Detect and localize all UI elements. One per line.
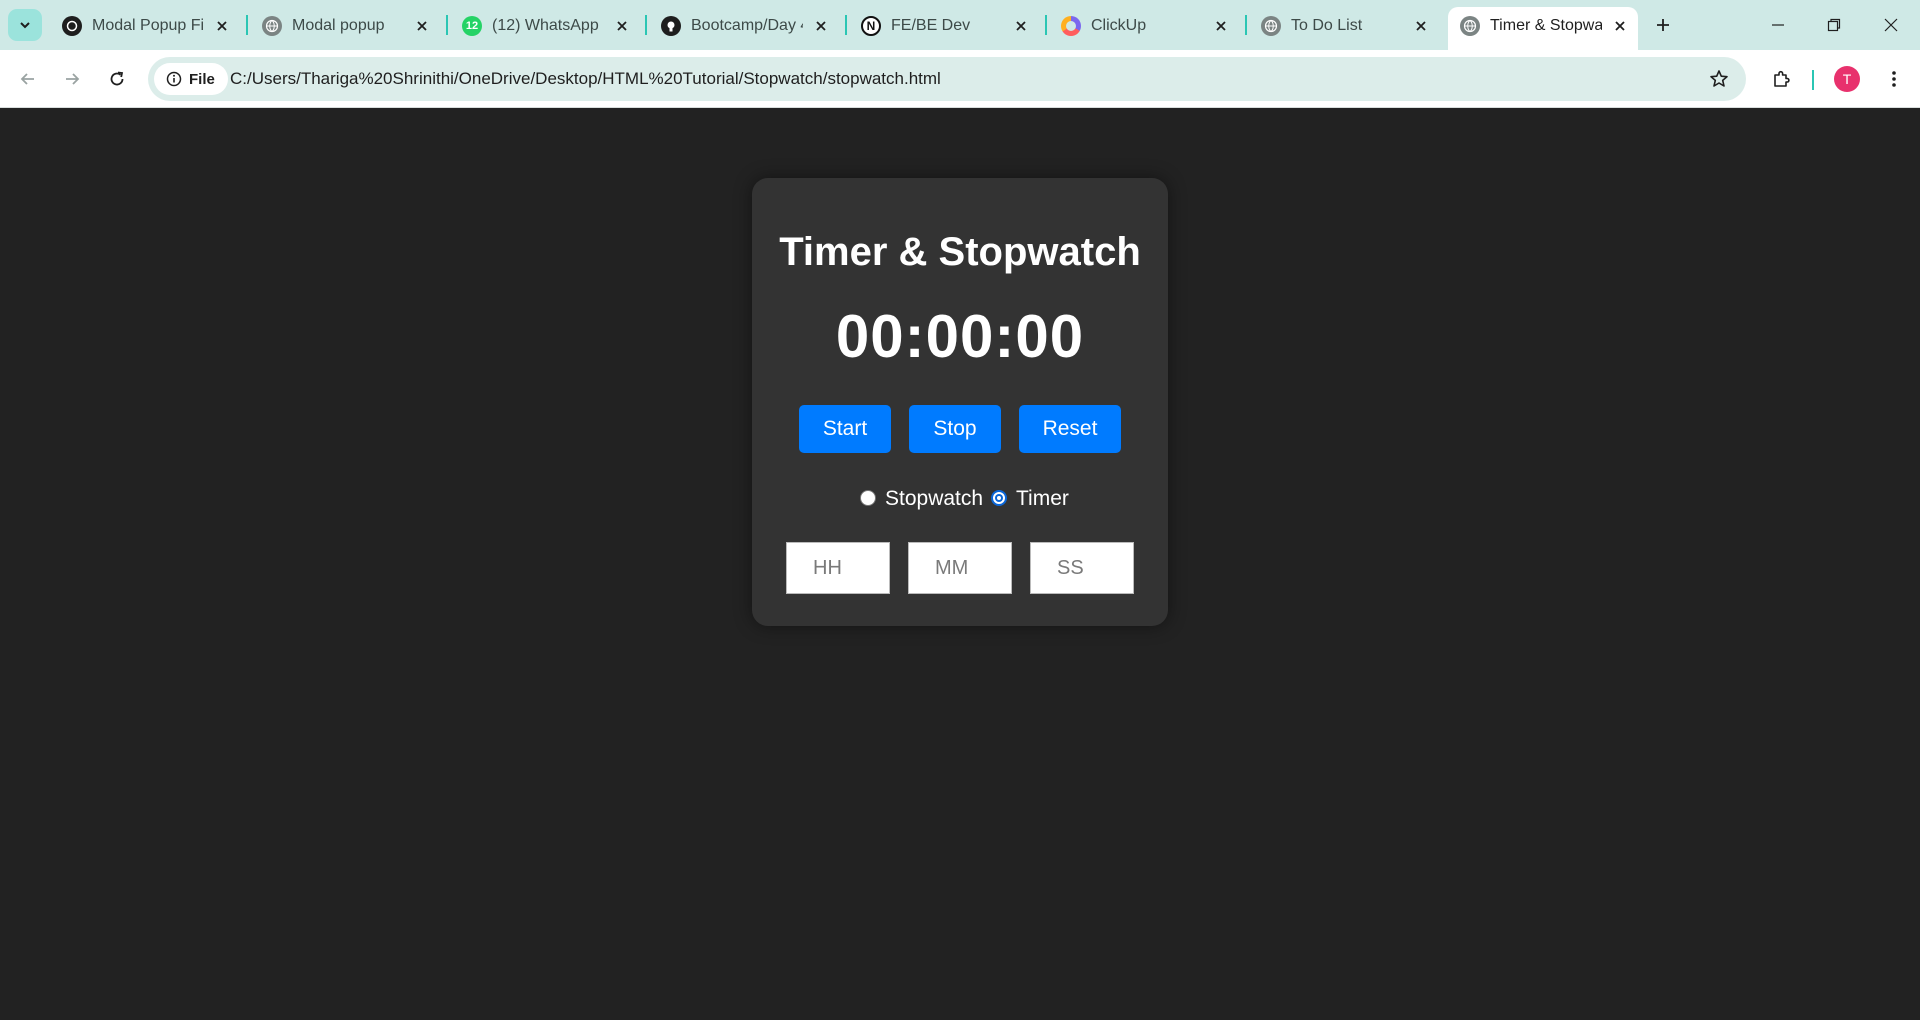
- timer-radio[interactable]: [991, 490, 1007, 506]
- minutes-input[interactable]: [908, 542, 1012, 594]
- site-chip-label: File: [189, 70, 215, 88]
- timer-label[interactable]: Timer: [1016, 487, 1069, 511]
- new-tab-button[interactable]: [1650, 12, 1676, 38]
- tab-to-do-list[interactable]: To Do List: [1249, 7, 1439, 43]
- url-text[interactable]: C:/Users/Thariga%20Shrinithi/OneDrive/De…: [230, 69, 941, 89]
- browser-toolbar: File C:/Users/Thariga%20Shrinithi/OneDri…: [0, 50, 1920, 108]
- reset-button[interactable]: Reset: [1019, 405, 1121, 453]
- minimize-button[interactable]: [1763, 10, 1793, 40]
- tab-bootcamp[interactable]: Bootcamp/Day 4: [649, 7, 839, 43]
- tab-strip: Modal Popup Fix Modal popup 12 (12) What…: [0, 0, 1920, 50]
- minimize-icon: [1772, 24, 1784, 26]
- reload-button[interactable]: [103, 65, 131, 93]
- star-icon: [1710, 70, 1728, 87]
- close-icon[interactable]: [1610, 16, 1630, 36]
- tab-separator: [1245, 15, 1247, 35]
- tab-title: (12) WhatsApp: [492, 17, 599, 34]
- puzzle-icon: [1774, 70, 1790, 87]
- tab-title: Bootcamp/Day 4: [691, 17, 803, 34]
- bookmark-button[interactable]: [1708, 68, 1730, 90]
- notion-icon: N: [861, 16, 881, 36]
- tab-separator: [446, 15, 448, 35]
- arrow-left-icon: [20, 73, 34, 85]
- close-window-button[interactable]: [1876, 10, 1906, 40]
- chevron-down-icon: [20, 22, 30, 29]
- close-icon[interactable]: [612, 16, 632, 36]
- info-icon: [166, 71, 182, 87]
- tab-timer-stopwatch[interactable]: Timer & Stopwatch: [1448, 7, 1638, 50]
- forward-button[interactable]: [58, 65, 86, 93]
- globe-icon: [262, 16, 282, 36]
- tab-title: To Do List: [1291, 17, 1363, 34]
- restore-button[interactable]: [1819, 10, 1849, 40]
- tab-title: ClickUp: [1091, 17, 1147, 34]
- seconds-input[interactable]: [1030, 542, 1134, 594]
- close-icon[interactable]: [1411, 16, 1431, 36]
- close-icon: [1884, 18, 1898, 32]
- globe-icon: [1460, 16, 1480, 36]
- stopwatch-radio[interactable]: [860, 490, 876, 506]
- more-vertical-icon: [1892, 71, 1896, 87]
- tab-separator: [645, 15, 647, 35]
- profile-avatar[interactable]: T: [1834, 66, 1860, 92]
- menu-button[interactable]: [1880, 65, 1908, 93]
- arrow-right-icon: [66, 73, 80, 85]
- back-button[interactable]: [14, 65, 42, 93]
- close-icon[interactable]: [412, 16, 432, 36]
- stopwatch-label[interactable]: Stopwatch: [885, 487, 983, 511]
- page-title: Timer & Stopwatch: [779, 230, 1141, 274]
- tab-clickup[interactable]: ClickUp: [1049, 7, 1239, 43]
- tab-title: Timer & Stopwatch: [1490, 17, 1602, 34]
- close-icon[interactable]: [811, 16, 831, 36]
- whatsapp-icon: 12: [462, 16, 482, 36]
- tab-title: FE/BE Dev: [891, 17, 971, 34]
- tab-separator: [845, 15, 847, 35]
- start-button[interactable]: Start: [799, 405, 891, 453]
- toolbar-divider: [1812, 70, 1814, 90]
- tab-fe-be-dev[interactable]: N FE/BE Dev: [849, 7, 1039, 43]
- openai-icon: [62, 16, 82, 36]
- close-icon[interactable]: [212, 16, 232, 36]
- close-icon[interactable]: [1211, 16, 1231, 36]
- reload-icon: [110, 71, 124, 86]
- tab-title: Modal Popup Fix: [92, 17, 204, 34]
- clickup-icon: [1061, 16, 1081, 36]
- tab-separator: [246, 15, 248, 35]
- stop-button[interactable]: Stop: [909, 405, 1001, 453]
- timer-card: Timer & Stopwatch 00:00:00 Start Stop Re…: [752, 178, 1168, 626]
- mode-selector: Stopwatch Timer: [752, 485, 1168, 515]
- close-icon[interactable]: [1011, 16, 1031, 36]
- hours-input[interactable]: [786, 542, 890, 594]
- tab-modal-popup-fix[interactable]: Modal Popup Fix: [50, 7, 240, 43]
- globe-icon: [1261, 16, 1281, 36]
- restore-icon: [1827, 18, 1841, 32]
- tab-search-button[interactable]: [8, 9, 42, 41]
- tab-separator: [1045, 15, 1047, 35]
- address-bar[interactable]: File C:/Users/Thariga%20Shrinithi/OneDri…: [148, 57, 1746, 101]
- tab-whatsapp[interactable]: 12 (12) WhatsApp: [450, 7, 640, 43]
- tab-title: Modal popup: [292, 17, 385, 34]
- time-display: 00:00:00: [835, 303, 1085, 370]
- tab-modal-popup[interactable]: Modal popup: [250, 7, 440, 43]
- extensions-button[interactable]: [1768, 65, 1796, 93]
- github-icon: [661, 16, 681, 36]
- site-info-chip[interactable]: File: [154, 63, 228, 95]
- plus-icon: [1657, 19, 1669, 31]
